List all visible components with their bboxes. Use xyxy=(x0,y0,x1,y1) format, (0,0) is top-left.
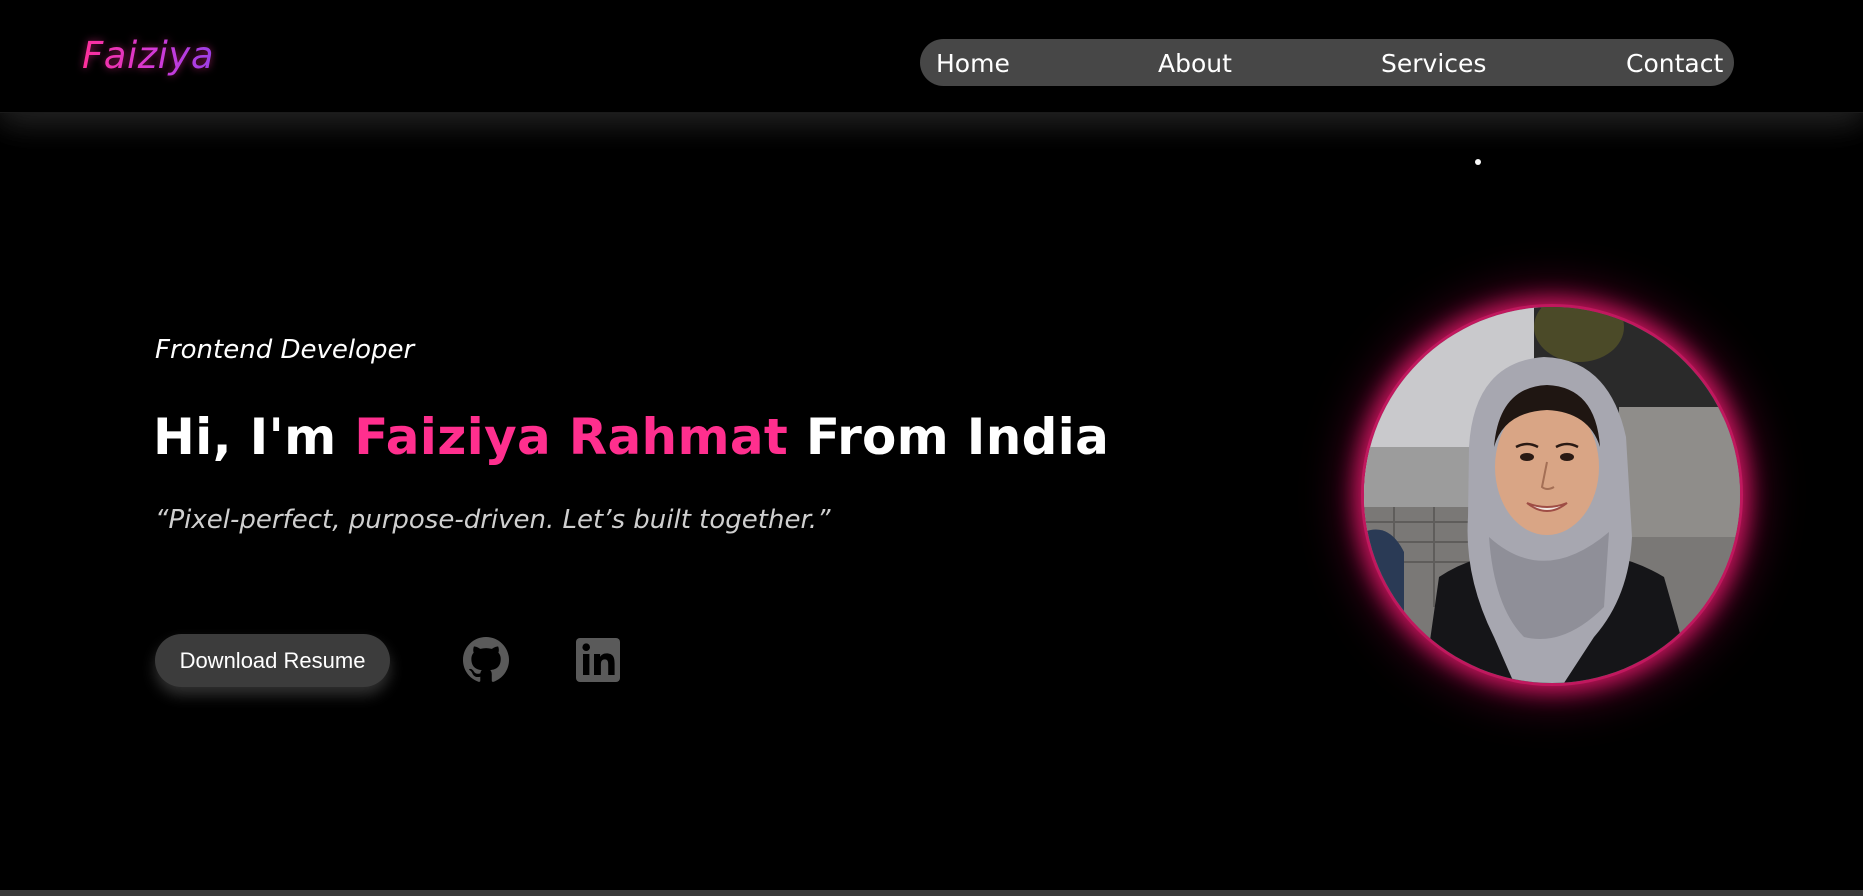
hero-tagline: “Pixel-perfect, purpose-driven. Let’s bu… xyxy=(155,505,831,535)
headline-origin: From India xyxy=(805,408,1110,466)
profile-photo xyxy=(1364,307,1740,683)
linkedin-icon xyxy=(576,638,620,682)
github-link[interactable] xyxy=(462,636,510,684)
nav-contact[interactable]: Contact xyxy=(1626,49,1723,78)
nav-home[interactable]: Home xyxy=(936,49,1010,78)
hero-headline: Hi, I'm Faiziya Rahmat From India xyxy=(153,408,1109,466)
main-nav: Home About Services Contact xyxy=(920,39,1734,86)
nav-about[interactable]: About xyxy=(1158,49,1232,78)
logo[interactable]: Faiziya xyxy=(82,34,214,77)
download-resume-button[interactable]: Download Resume xyxy=(155,634,390,687)
nav-services[interactable]: Services xyxy=(1381,49,1486,78)
linkedin-link[interactable] xyxy=(574,636,622,684)
headline-greeting: Hi, I'm xyxy=(153,408,337,466)
headline-name: Faiziya Rahmat xyxy=(354,408,789,466)
site-header: Faiziya Home About Services Contact xyxy=(0,0,1863,113)
profile-portrait-image xyxy=(1364,307,1740,683)
cursor-dot xyxy=(1475,159,1481,165)
github-icon xyxy=(463,637,509,682)
page: Faiziya Home About Services Contact Fron… xyxy=(0,0,1863,896)
bottom-scrollbar-edge xyxy=(0,890,1863,896)
role-subtitle: Frontend Developer xyxy=(155,335,415,365)
